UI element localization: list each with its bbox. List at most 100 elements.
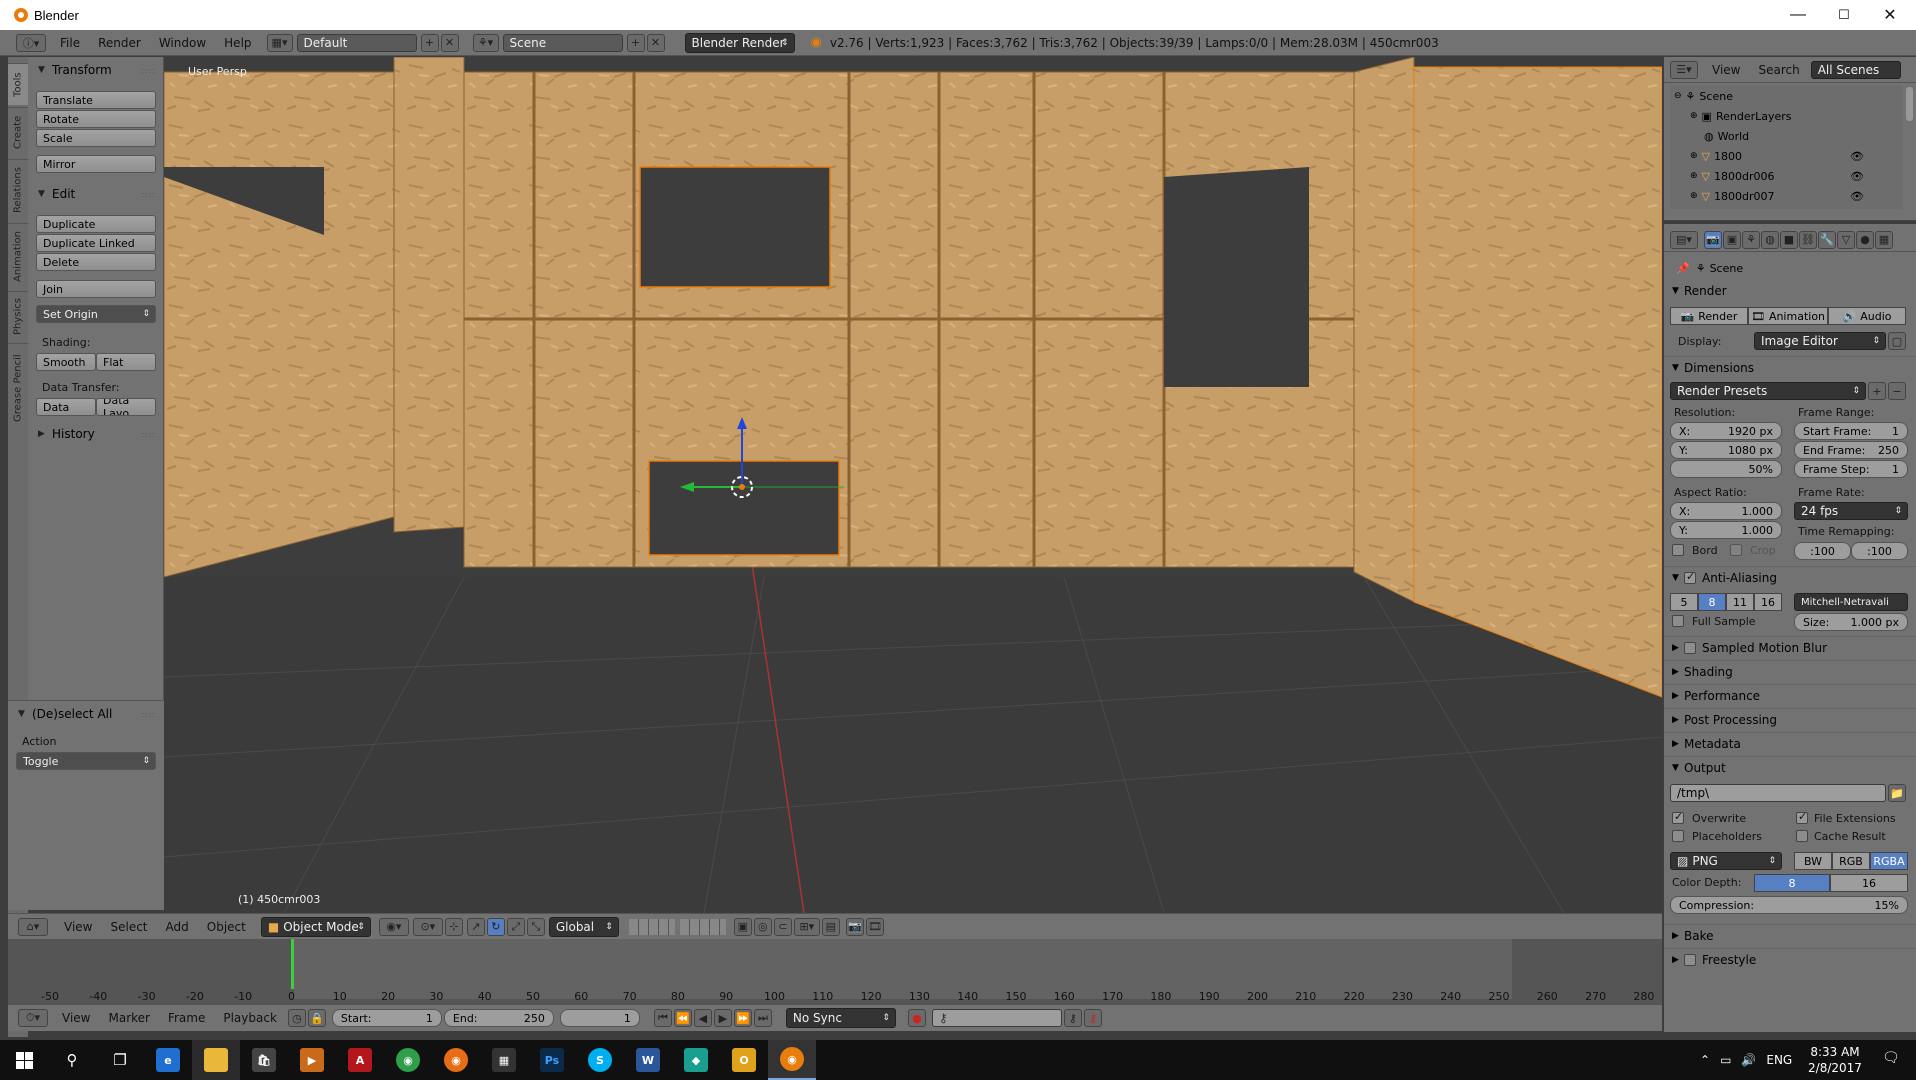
proportional-edit-icon[interactable]: ◎: [753, 917, 772, 936]
visibility-eye-icon[interactable]: 👁: [1850, 170, 1864, 183]
photoshop-icon[interactable]: Ps: [528, 1040, 576, 1080]
mode-dropdown[interactable]: ■ Object Mode ⇕: [260, 916, 371, 937]
store-icon[interactable]: 🛍: [240, 1040, 288, 1080]
current-frame-field[interactable]: 1: [559, 1009, 640, 1027]
remap-old-field[interactable]: :100: [1794, 542, 1851, 560]
start-frame-property[interactable]: Start Frame: 1: [1794, 422, 1908, 440]
pivot-point-icon[interactable]: ⊙▾: [412, 917, 443, 936]
menu-file[interactable]: File: [60, 36, 80, 50]
opengl-render-icon[interactable]: 📷: [845, 917, 864, 936]
history-panel-header[interactable]: ▶ History::::: [28, 423, 164, 445]
motion-blur-panel-header[interactable]: ▶ Sampled Motion Blur: [1664, 636, 1916, 658]
output-path-input[interactable]: /tmp\: [1670, 784, 1886, 802]
crop-checkbox[interactable]: [1730, 544, 1742, 556]
render-preview-icon[interactable]: ▤: [821, 917, 840, 936]
placeholders-checkbox[interactable]: [1672, 830, 1684, 842]
file-browser-icon[interactable]: 📁: [1888, 784, 1906, 802]
color-depth-16[interactable]: 16: [1830, 874, 1908, 892]
performance-panel-header[interactable]: ▶ Performance: [1664, 684, 1916, 706]
motion-blur-checkbox[interactable]: [1684, 641, 1696, 654]
outliner-menu-view[interactable]: View: [1712, 63, 1740, 77]
tab-relations[interactable]: Relations: [8, 159, 28, 221]
post-processing-panel-header[interactable]: ▶ Post Processing: [1664, 708, 1916, 730]
editor-type-outliner-icon[interactable]: ☰▾: [1670, 60, 1698, 79]
color-mode-rgba[interactable]: RGBA: [1870, 852, 1908, 870]
display-mode-dropdown[interactable]: All Scenes: [1810, 60, 1901, 79]
screen-layout-field[interactable]: Default: [296, 33, 417, 52]
menu-add[interactable]: Add: [166, 920, 189, 934]
maps-app-icon[interactable]: ◆: [672, 1040, 720, 1080]
scale-button[interactable]: Scale: [36, 129, 156, 147]
color-depth-8[interactable]: 8: [1754, 874, 1830, 892]
outliner-menu-search[interactable]: Search: [1758, 63, 1799, 77]
data-button[interactable]: Data: [36, 398, 96, 416]
overwrite-checkbox[interactable]: [1672, 810, 1684, 824]
aspect-x-field[interactable]: X: 1.000: [1670, 502, 1782, 520]
material-context-icon[interactable]: ●: [1856, 230, 1874, 249]
action-center-icon[interactable]: 🗨: [1882, 1050, 1900, 1066]
edge-icon[interactable]: e: [144, 1040, 192, 1080]
snap-element-icon[interactable]: ⊞▾: [793, 917, 820, 936]
full-sample-checkbox[interactable]: [1672, 615, 1684, 627]
orientation-dropdown[interactable]: Global ⇕: [548, 916, 619, 937]
pin-icon[interactable]: 📌: [1676, 262, 1690, 275]
lock-layers-icon[interactable]: ▣: [733, 917, 752, 936]
tab-tools[interactable]: Tools: [8, 63, 28, 105]
clock[interactable]: 8:33 AM 2/8/2017: [1800, 1044, 1870, 1076]
sync-dropdown[interactable]: No Sync ⇕: [785, 1008, 896, 1028]
texture-context-icon[interactable]: ▦: [1875, 230, 1893, 249]
3d-viewport[interactable]: User Persp (1) 450cmr003: [164, 57, 1662, 913]
tab-create[interactable]: Create: [8, 107, 28, 157]
opengl-anim-icon[interactable]: 🎞: [865, 917, 884, 936]
menu-marker[interactable]: Marker: [108, 1011, 149, 1025]
translate-button[interactable]: Translate: [36, 91, 156, 109]
freestyle-checkbox[interactable]: [1684, 953, 1696, 966]
aa-filter-dropdown[interactable]: Mitchell-Netravali: [1794, 593, 1908, 611]
aa-samples-5[interactable]: 5: [1670, 593, 1698, 611]
outliner-item-1800dr006[interactable]: ⊕ ▽ 1800dr006 👁: [1690, 168, 1916, 184]
dimensions-panel-header[interactable]: ▼ Dimensions: [1664, 356, 1916, 378]
edit-panel-header[interactable]: ▼ Edit::::: [28, 183, 164, 205]
modifiers-context-icon[interactable]: 🔧: [1818, 230, 1836, 249]
manipulator-toggle-icon[interactable]: ⊹: [444, 917, 463, 936]
render-layers-context-icon[interactable]: ▣: [1723, 230, 1741, 249]
display-dropdown[interactable]: Image Editor ⇕: [1754, 332, 1886, 350]
scale-manipulator-icon[interactable]: ⤢: [506, 917, 525, 936]
minimize-button[interactable]: —: [1775, 0, 1821, 30]
delete-layout-icon[interactable]: ✕: [440, 33, 459, 52]
outliner-item-scene[interactable]: ⊖ ⚘ Scene: [1674, 88, 1916, 104]
duplicate-button[interactable]: Duplicate: [36, 215, 156, 233]
remap-new-field[interactable]: :100: [1851, 542, 1908, 560]
antialiasing-checkbox[interactable]: [1684, 570, 1696, 584]
cache-result-checkbox[interactable]: [1796, 830, 1808, 842]
volume-icon[interactable]: 🔊: [1741, 1053, 1756, 1067]
add-layout-icon[interactable]: +: [420, 33, 439, 52]
menu-object[interactable]: Object: [207, 920, 246, 934]
insert-keyframe-icon[interactable]: ⚷: [1063, 1009, 1082, 1027]
compression-slider[interactable]: Compression: 15%: [1670, 896, 1908, 914]
metadata-panel-header[interactable]: ▶ Metadata: [1664, 732, 1916, 754]
chrome-icon[interactable]: ◉: [384, 1040, 432, 1080]
join-button[interactable]: Join: [36, 280, 156, 298]
layer-buttons[interactable]: [628, 918, 726, 935]
keying-set-field[interactable]: ⚷: [931, 1009, 1062, 1027]
frame-rate-dropdown[interactable]: 24 fps ⇕: [1794, 502, 1908, 520]
tray-overflow-icon[interactable]: ⌃: [1700, 1053, 1710, 1067]
deselect-all-header[interactable]: ▼ (De)select All::::: [8, 703, 164, 725]
resolution-x-field[interactable]: X: 1920 px: [1670, 422, 1782, 440]
calculator-icon[interactable]: ▦: [480, 1040, 528, 1080]
record-icon[interactable]: ●: [907, 1009, 926, 1027]
skype-icon[interactable]: S: [576, 1040, 624, 1080]
data-context-icon[interactable]: ▽: [1837, 230, 1855, 249]
file-format-dropdown[interactable]: ▨ PNG ⇕: [1670, 852, 1782, 870]
render-button[interactable]: 📷 Render: [1670, 307, 1748, 325]
world-context-icon[interactable]: ◍: [1761, 230, 1779, 249]
file-explorer-icon[interactable]: [192, 1040, 240, 1080]
editor-type-timeline-icon[interactable]: ⏱▾: [18, 1009, 48, 1027]
play-icon[interactable]: ▶: [713, 1009, 732, 1027]
render-presets-dropdown[interactable]: Render Presets ⇕: [1670, 382, 1866, 400]
menu-view[interactable]: View: [64, 920, 92, 934]
render-panel-header[interactable]: ▼ Render: [1664, 280, 1916, 302]
bake-panel-header[interactable]: ▶ Bake: [1664, 924, 1916, 946]
end-frame-field[interactable]: End: 250: [443, 1009, 554, 1027]
